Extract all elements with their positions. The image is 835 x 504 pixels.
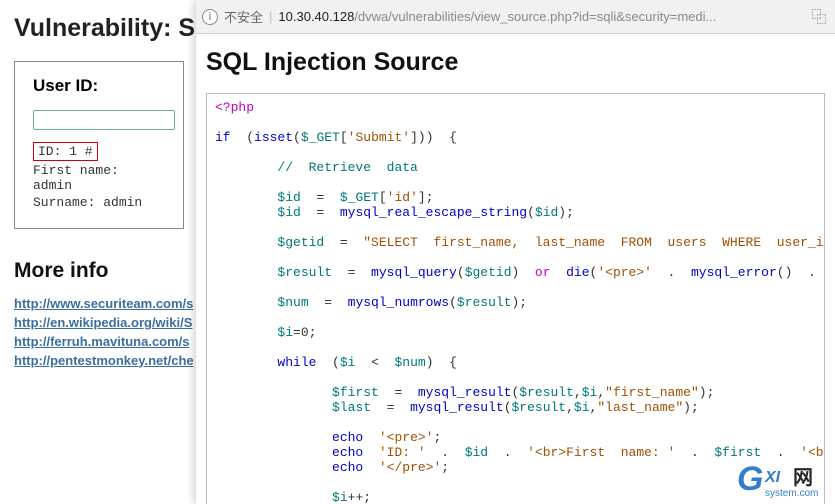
source-title: SQL Injection Source	[206, 48, 825, 77]
popup-body: SQL Injection Source <?php if (isset($_G…	[196, 34, 835, 504]
user-id-form: User ID: ID: 1 # First name: admin Surna…	[14, 61, 184, 229]
result-first-name: First name: admin	[33, 163, 165, 193]
result-id-highlight: ID: 1 #	[33, 142, 98, 161]
url-host: 10.30.40.128	[278, 9, 354, 24]
url-path: /dvwa/vulnerabilities/view_source.php?id…	[354, 9, 716, 24]
source-code: <?php if (isset($_GET['Submit'])) { // R…	[206, 93, 825, 504]
result-surname: Surname: admin	[33, 195, 165, 210]
addr-separator: |	[269, 9, 272, 24]
source-popup-window: i 不安全 | 10.30.40.128/dvwa/vulnerabilitie…	[196, 0, 835, 504]
site-info-icon[interactable]: i	[202, 9, 218, 25]
url-text: 10.30.40.128/dvwa/vulnerabilities/view_s…	[278, 9, 809, 24]
user-id-input[interactable]	[33, 110, 175, 130]
insecure-label: 不安全	[224, 7, 263, 26]
user-id-label: User ID:	[33, 76, 165, 96]
address-bar[interactable]: i 不安全 | 10.30.40.128/dvwa/vulnerabilitie…	[196, 0, 835, 34]
translate-icon[interactable]: ⿻	[809, 6, 829, 27]
